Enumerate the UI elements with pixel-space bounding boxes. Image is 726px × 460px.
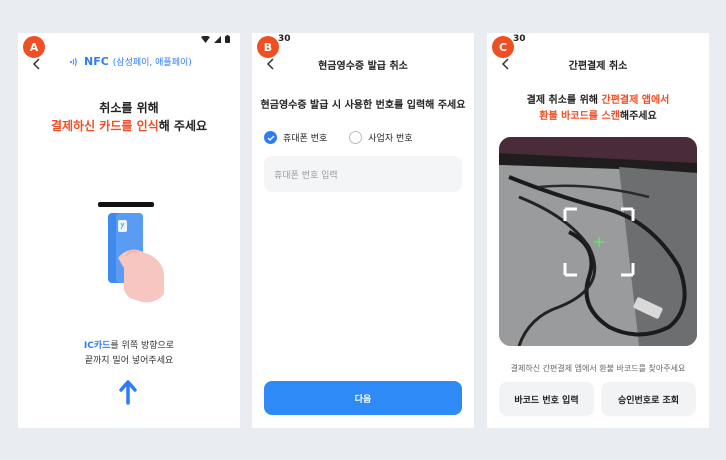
status-bar xyxy=(18,33,240,45)
card-insert-illustration xyxy=(98,202,164,303)
badge-b: B xyxy=(257,36,279,58)
instruction-line-2: 끝까지 밀어 넣어주세요 xyxy=(84,356,174,366)
headline-highlight: 결제하신 카드를 인식 xyxy=(50,119,159,133)
instruction-line-1: IC카드를 위쪽 방향으로 xyxy=(18,339,240,354)
badge-a: A xyxy=(23,36,45,58)
nfc-header: NFC (삼성페이, 애플페이) xyxy=(68,55,192,68)
radio-phone-label: 휴대폰 번호 xyxy=(283,134,328,144)
nfc-subtitle: (삼성페이, 애플페이) xyxy=(112,58,192,68)
card-headline: 취소를 위해 결제하신 카드를 인식해 주세요 xyxy=(18,99,240,135)
status-bar: 30 xyxy=(487,33,709,45)
headline-highlight-1: 간편결제 앱에서 xyxy=(601,95,670,106)
input-prompt: 현금영수증 발급 시 사용한 번호를 입력해 주세요 xyxy=(260,100,466,111)
headline-prefix: 결제 취소를 위해 xyxy=(526,95,602,106)
scan-headline: 결제 취소를 위해 간편결제 앱에서 환불 바코드를 스캔해주세요 xyxy=(487,93,709,125)
status-icons xyxy=(201,35,230,43)
headline-rest: 해 주세요 xyxy=(158,119,208,133)
status-bar: 30 xyxy=(252,33,474,45)
number-type-radio-group: 휴대폰 번호 사업자 번호 xyxy=(264,131,413,144)
page-title: 현금영수증 발급 취소 xyxy=(318,61,408,72)
nfc-icon xyxy=(70,57,77,66)
battery-icon xyxy=(225,35,230,43)
status-time: 30 xyxy=(278,34,291,44)
camera-viewfinder[interactable] xyxy=(499,137,697,346)
wifi-icon xyxy=(201,35,210,43)
ic-card-label: IC카드 xyxy=(83,341,111,351)
nfc-label: NFC xyxy=(84,55,109,68)
scan-hint: 결제하신 간편결제 앱에서 환불 바코드를 찾아주세요 xyxy=(510,364,686,373)
headline-line-1: 취소를 위해 xyxy=(99,101,159,115)
signal-icon xyxy=(214,35,221,43)
arrow-up-icon xyxy=(119,380,137,405)
status-time: 30 xyxy=(513,34,526,44)
camera-preview xyxy=(499,137,697,346)
headline-rest: 해주세요 xyxy=(619,111,657,122)
barcode-input-button[interactable]: 바코드 번호 입력 xyxy=(499,382,594,416)
approval-lookup-button[interactable]: 승인번호로 조회 xyxy=(601,382,696,416)
back-arrow-icon[interactable] xyxy=(30,57,44,71)
screen-easy-pay-cancel: 30 간편결제 취소 결제 취소를 위해 간편결제 앱에서 환불 바코드를 스캔… xyxy=(487,33,709,428)
radio-phone-number[interactable]: 휴대폰 번호 xyxy=(264,131,327,144)
ic-instruction: IC카드를 위쪽 방향으로 끝까지 밀어 넣어주세요 xyxy=(18,339,240,369)
screen-card-recognition: NFC (삼성페이, 애플페이) 취소를 위해 결제하신 카드를 인식해 주세요… xyxy=(18,33,240,428)
headline-line-2: 환불 바코드를 스캔해주세요 xyxy=(487,109,709,125)
headline-highlight-2: 환불 바코드를 스캔 xyxy=(539,111,620,122)
page-title: 간편결제 취소 xyxy=(568,61,628,72)
radio-checked-icon xyxy=(264,131,277,144)
radio-unchecked-icon xyxy=(349,131,363,144)
instruction-rest: 를 위쪽 방향으로 xyxy=(110,341,175,351)
radio-business-label: 사업자 번호 xyxy=(368,134,413,144)
radio-business-number[interactable]: 사업자 번호 xyxy=(349,131,413,144)
phone-number-input[interactable]: 휴대폰 번호 입력 xyxy=(264,156,462,192)
headline-line-2: 결제하신 카드를 인식해 주세요 xyxy=(18,117,240,135)
badge-c: C xyxy=(492,36,514,58)
headline-line-1: 결제 취소를 위해 간편결제 앱에서 xyxy=(487,93,709,109)
screen-cash-receipt-cancel: 30 현금영수증 발급 취소 현금영수증 발급 시 사용한 번호를 입력해 주세… xyxy=(252,33,474,428)
next-button[interactable]: 다음 xyxy=(264,381,462,415)
